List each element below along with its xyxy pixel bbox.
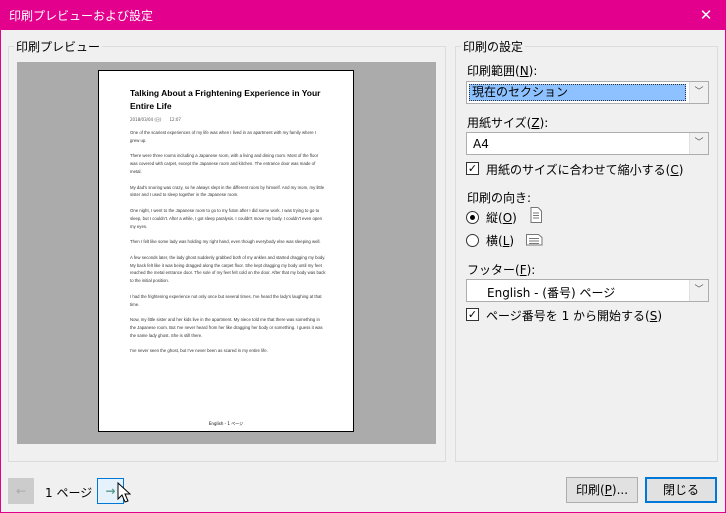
preview-page: Talking About a Frightening Experience i…	[98, 70, 354, 432]
chevron-down-icon[interactable]: ﹀	[689, 133, 708, 154]
mouse-cursor-icon	[117, 482, 131, 503]
page-body: One of the scariest experiences of my li…	[130, 129, 326, 363]
landscape-radio[interactable]	[466, 234, 479, 247]
settings-group-label: 印刷の設定	[461, 38, 526, 55]
prev-page-button[interactable]: ←	[8, 478, 34, 504]
window-title: 印刷プレビューおよび設定	[9, 9, 154, 23]
close-window-button[interactable]: ✕	[686, 0, 726, 30]
orientation-label: 印刷の向き:	[467, 191, 532, 205]
page-date: 2018/03/04 (日) 12:07	[130, 117, 181, 122]
page-title: Talking About a Frightening Experience i…	[130, 88, 321, 111]
print-button[interactable]: 印刷(P)...	[566, 477, 638, 503]
portrait-radio[interactable]	[466, 211, 479, 224]
fit-checkbox[interactable]: ✓	[466, 162, 479, 175]
footer-label: フッター(F):	[467, 263, 536, 277]
paragraph: My dad's snoring was crazy, so he always…	[130, 184, 325, 198]
range-label: 印刷範囲(N):	[467, 64, 538, 78]
paragraph: A few seconds later, the lady ghost sudd…	[130, 254, 326, 284]
portrait-label: 縦(O)	[486, 211, 517, 225]
page-number-label: 1 ページ	[45, 486, 93, 500]
start-at-1-label: ページ番号を 1 から開始する(S)	[486, 309, 663, 323]
start-at-1-checkbox[interactable]: ✓	[466, 308, 479, 321]
footer-select[interactable]: English - (番号) ページ ﹀	[466, 279, 709, 302]
title-bar: 印刷プレビューおよび設定 ✕	[0, 0, 726, 30]
preview-group-label: 印刷プレビュー	[14, 38, 103, 55]
landscape-label: 横(L)	[486, 234, 515, 248]
paragraph: Then I felt like some lady was holding m…	[130, 239, 321, 245]
paragraph: I had the frightening experience not onl…	[130, 293, 322, 307]
paragraph: Now, my little sister and her kids live …	[130, 317, 323, 338]
landscape-page-icon	[526, 234, 543, 246]
chevron-down-icon[interactable]: ﹀	[689, 82, 708, 103]
chevron-down-icon[interactable]: ﹀	[689, 280, 708, 301]
arrow-left-icon: ←	[15, 484, 27, 498]
paragraph: One night, I went to the Japanese room t…	[130, 207, 323, 229]
print-preview-area: Talking About a Frightening Experience i…	[17, 62, 436, 444]
paper-size-select[interactable]: A4 ﹀	[466, 132, 709, 155]
page-footer: English - 1 ページ	[208, 421, 244, 426]
portrait-page-icon	[530, 207, 542, 223]
paper-label: 用紙サイズ(Z):	[467, 116, 549, 130]
paragraph: There were three rooms including a Japan…	[130, 153, 319, 174]
arrow-right-icon: →	[105, 484, 116, 498]
settings-group: 印刷の設定	[455, 38, 718, 462]
fit-label: 用紙のサイズに合わせて縮小する(C)	[486, 163, 684, 177]
close-button[interactable]: 閉じる	[645, 477, 717, 503]
paragraph: One of the scariest experiences of my li…	[130, 130, 317, 143]
paragraph: I've never seen the ghost, but I've neve…	[130, 348, 268, 354]
range-select[interactable]: 現在のセクション ﹀	[466, 81, 709, 104]
